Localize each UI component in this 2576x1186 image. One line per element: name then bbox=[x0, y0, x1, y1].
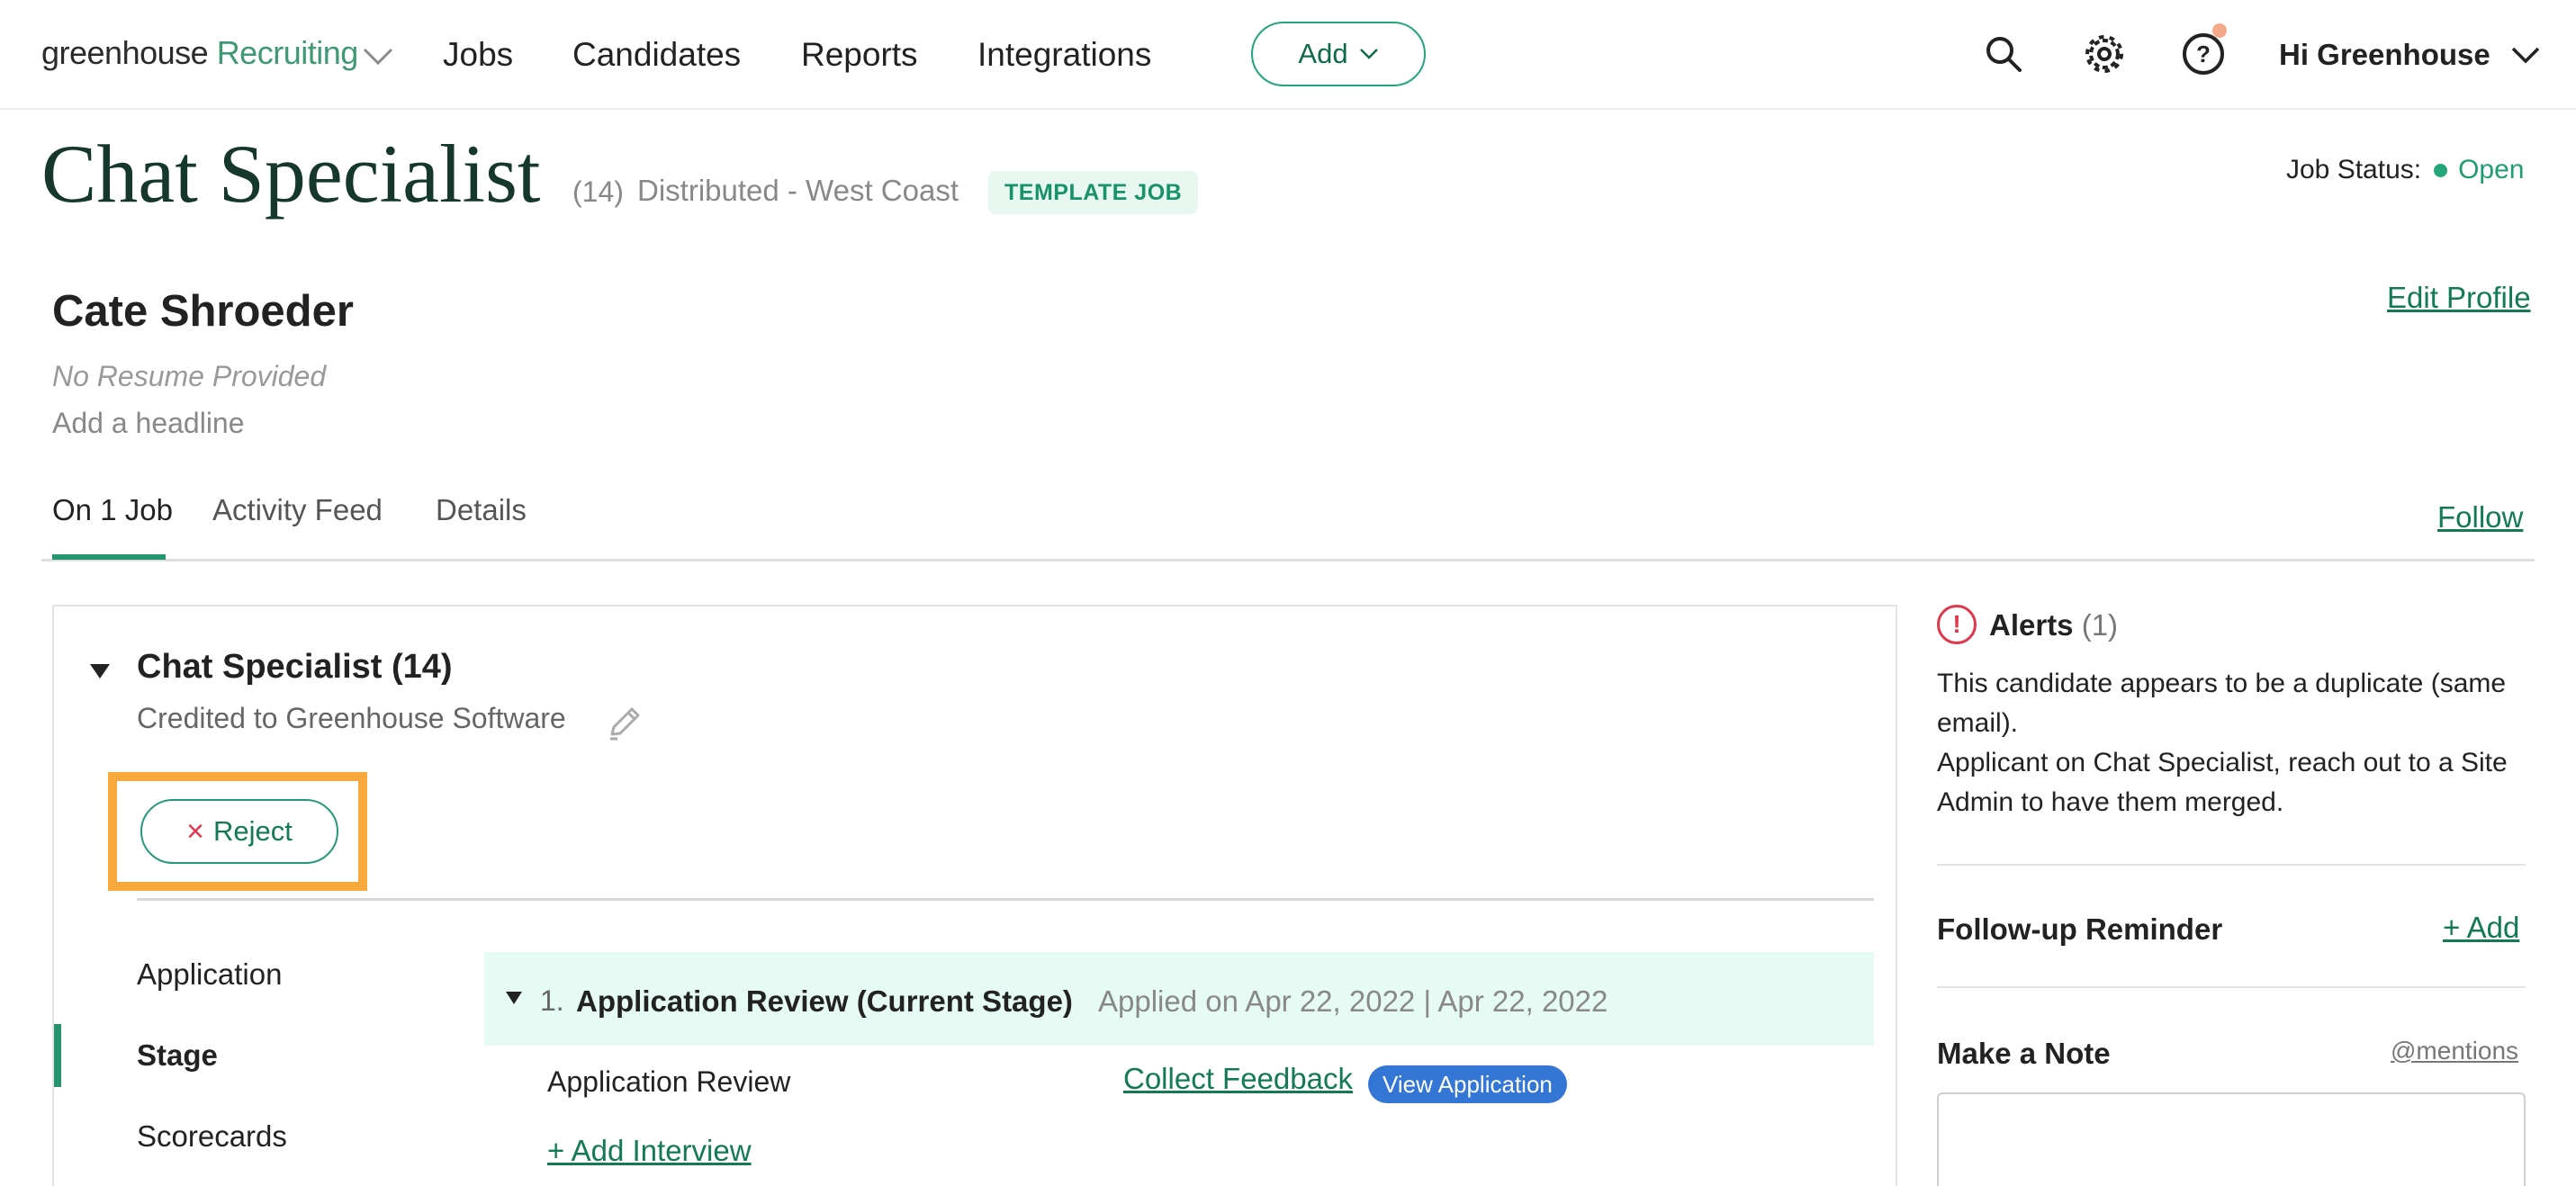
stage-name: Application Review (Current Stage) bbox=[576, 984, 1073, 1018]
job-title: Chat Specialist bbox=[41, 128, 541, 220]
stage-applied-date: Applied on Apr 22, 2022 | Apr 22, 2022 bbox=[1098, 984, 1608, 1018]
stage-caret-icon[interactable] bbox=[506, 992, 522, 1004]
alert-duplicate-text: This candidate appears to be a duplicate… bbox=[1937, 669, 2507, 738]
reject-button[interactable]: × Reject bbox=[140, 799, 338, 864]
job-location: Distributed - West Coast bbox=[637, 174, 959, 207]
make-note-title: Make a Note bbox=[1937, 1037, 2111, 1070]
application-job-title: Chat Specialist (14) bbox=[137, 648, 453, 686]
search-icon[interactable] bbox=[1978, 29, 2029, 79]
stage-number: 1. bbox=[540, 984, 564, 1017]
template-job-badge: TEMPLATE JOB bbox=[988, 171, 1199, 214]
nav-reports[interactable]: Reports bbox=[801, 36, 918, 74]
collect-feedback-link[interactable]: Collect Feedback bbox=[1123, 1062, 1353, 1096]
candidate-name: Cate Shroeder bbox=[52, 287, 354, 336]
reject-button-label: Reject bbox=[212, 815, 293, 847]
chevron-down-icon bbox=[2511, 47, 2539, 64]
user-menu[interactable]: Hi Greenhouse bbox=[2279, 38, 2541, 72]
chevron-down-icon bbox=[1359, 49, 1378, 59]
gear-icon[interactable] bbox=[2079, 29, 2130, 79]
logo-main-text: greenhouse bbox=[41, 34, 209, 71]
user-greeting: Hi Greenhouse bbox=[2279, 38, 2490, 71]
status-dot-icon bbox=[2434, 163, 2448, 177]
nav-integrations[interactable]: Integrations bbox=[977, 36, 1151, 74]
pencil-icon[interactable] bbox=[605, 704, 644, 743]
tab-on-1-job[interactable]: On 1 Job bbox=[52, 493, 173, 551]
add-headline-link[interactable]: Add a headline bbox=[52, 407, 245, 440]
add-button-label: Add bbox=[1298, 38, 1348, 69]
side-nav-application[interactable]: Application bbox=[137, 957, 282, 992]
close-icon: × bbox=[186, 814, 204, 849]
logo-product-text: Recruiting bbox=[216, 34, 359, 71]
tabs-divider bbox=[41, 559, 2535, 562]
svg-text:?: ? bbox=[2196, 40, 2211, 67]
alert-icon: ! bbox=[1937, 605, 1977, 644]
alerts-count: (1) bbox=[2081, 608, 2119, 642]
note-textarea[interactable] bbox=[1937, 1092, 2526, 1186]
alerts-heading: Alerts (1) bbox=[1989, 608, 2118, 642]
alert-merge-text: Applicant on Chat Specialist, reach out … bbox=[1937, 748, 2508, 817]
side-nav-scorecards[interactable]: Scorecards bbox=[137, 1119, 287, 1154]
right-divider bbox=[1937, 986, 2526, 988]
application-card bbox=[52, 605, 1897, 1186]
active-tab-indicator bbox=[52, 554, 166, 560]
add-interview-link[interactable]: + Add Interview bbox=[547, 1134, 752, 1168]
side-nav-active-indicator bbox=[54, 1024, 61, 1087]
interview-name: Application Review bbox=[547, 1065, 791, 1098]
add-reminder-link[interactable]: + Add bbox=[2443, 911, 2519, 945]
job-candidate-count: (14) bbox=[572, 175, 624, 208]
collapse-caret-icon[interactable] bbox=[90, 664, 110, 678]
resume-status: No Resume Provided bbox=[52, 360, 327, 392]
edit-profile-link[interactable]: Edit Profile bbox=[2387, 281, 2531, 315]
nav-candidates[interactable]: Candidates bbox=[572, 36, 741, 74]
follow-link[interactable]: Follow bbox=[2437, 500, 2523, 535]
right-divider bbox=[1937, 864, 2526, 866]
view-application-button[interactable]: View Application bbox=[1368, 1065, 1567, 1103]
credited-to: Credited to Greenhouse Software bbox=[137, 702, 566, 734]
tab-activity-feed[interactable]: Activity Feed bbox=[212, 493, 383, 551]
top-navigation: greenhouse Recruiting Jobs Candidates Re… bbox=[0, 0, 2576, 110]
job-status-value: Open bbox=[2458, 155, 2525, 184]
mentions-link[interactable]: @mentions bbox=[2391, 1037, 2518, 1065]
job-status-label: Job Status: bbox=[2286, 155, 2422, 184]
alerts-title: Alerts bbox=[1989, 608, 2074, 642]
notification-dot bbox=[2212, 23, 2227, 38]
side-nav-stage[interactable]: Stage bbox=[137, 1038, 218, 1073]
followup-reminder-title: Follow-up Reminder bbox=[1937, 912, 2223, 946]
product-switcher-chevron-icon[interactable] bbox=[362, 47, 394, 67]
card-divider bbox=[137, 898, 1874, 901]
tab-details[interactable]: Details bbox=[436, 493, 527, 551]
add-button[interactable]: Add bbox=[1251, 22, 1426, 86]
nav-jobs[interactable]: Jobs bbox=[443, 36, 513, 74]
greenhouse-logo[interactable]: greenhouse Recruiting bbox=[41, 34, 358, 72]
job-status: Job Status: Open bbox=[2286, 155, 2524, 185]
